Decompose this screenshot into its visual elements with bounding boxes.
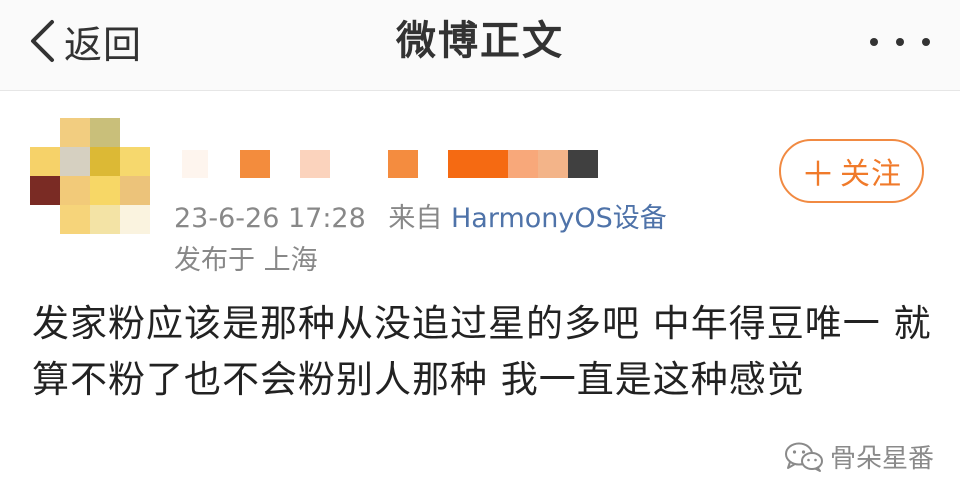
- avatar-pixel: [90, 176, 120, 205]
- source-device-link[interactable]: HarmonyOS设备: [451, 203, 667, 234]
- follow-button[interactable]: ＋ 关注: [779, 139, 924, 203]
- username-mosaic-block: [538, 150, 568, 178]
- post-meta: 23-6-26 17:28 来自 HarmonyOS设备: [174, 196, 667, 235]
- username-mosaic-block: [270, 150, 300, 178]
- top-navbar: 返回 微博正文: [0, 0, 960, 91]
- wechat-icon: [784, 442, 823, 472]
- username-mosaic-block: [182, 150, 208, 178]
- avatar-pixel: [120, 205, 150, 234]
- follow-label: 关注: [840, 157, 902, 192]
- avatar-pixel: [60, 205, 90, 234]
- avatar-pixel: [30, 118, 60, 147]
- avatar-pixel: [30, 205, 60, 234]
- avatar-pixel: [90, 205, 120, 234]
- page-title: 微博正文: [396, 18, 564, 64]
- more-dots-icon[interactable]: [870, 30, 930, 54]
- username-mosaic-block: [330, 150, 388, 178]
- avatar-pixel: [90, 147, 120, 176]
- watermark-text: 骨朵星番: [829, 444, 934, 474]
- avatar-pixel: [30, 147, 60, 176]
- avatar-pixel: [60, 176, 90, 205]
- username-censored[interactable]: [182, 150, 598, 178]
- avatar-pixel: [120, 118, 150, 147]
- username-mosaic-block: [240, 150, 270, 178]
- source-prefix: 来自: [388, 203, 443, 234]
- username-mosaic-block: [300, 150, 330, 178]
- avatar-pixel: [120, 147, 150, 176]
- post-body: 发家粉应该是那种从没追过星的多吧 中年得豆唯一 就算不粉了也不会粉别人那种 我一…: [32, 302, 932, 401]
- username-mosaic-block: [208, 150, 240, 178]
- username-mosaic-block: [448, 150, 508, 178]
- username-mosaic-block: [508, 150, 538, 178]
- username-mosaic-block: [388, 150, 418, 178]
- username-mosaic-block: [418, 150, 448, 178]
- avatar-pixel: [60, 118, 90, 147]
- plus-icon: ＋: [801, 154, 836, 195]
- avatar-pixel: [90, 118, 120, 147]
- username-mosaic-block: [568, 150, 598, 178]
- watermark: 骨朵星番: [784, 438, 934, 475]
- avatar[interactable]: [30, 118, 150, 234]
- avatar-pixel: [60, 147, 90, 176]
- avatar-pixel: [30, 176, 60, 205]
- post-location: 发布于 上海: [174, 245, 318, 276]
- avatar-pixel: [120, 176, 150, 205]
- post-timestamp: 23-6-26 17:28: [174, 203, 366, 234]
